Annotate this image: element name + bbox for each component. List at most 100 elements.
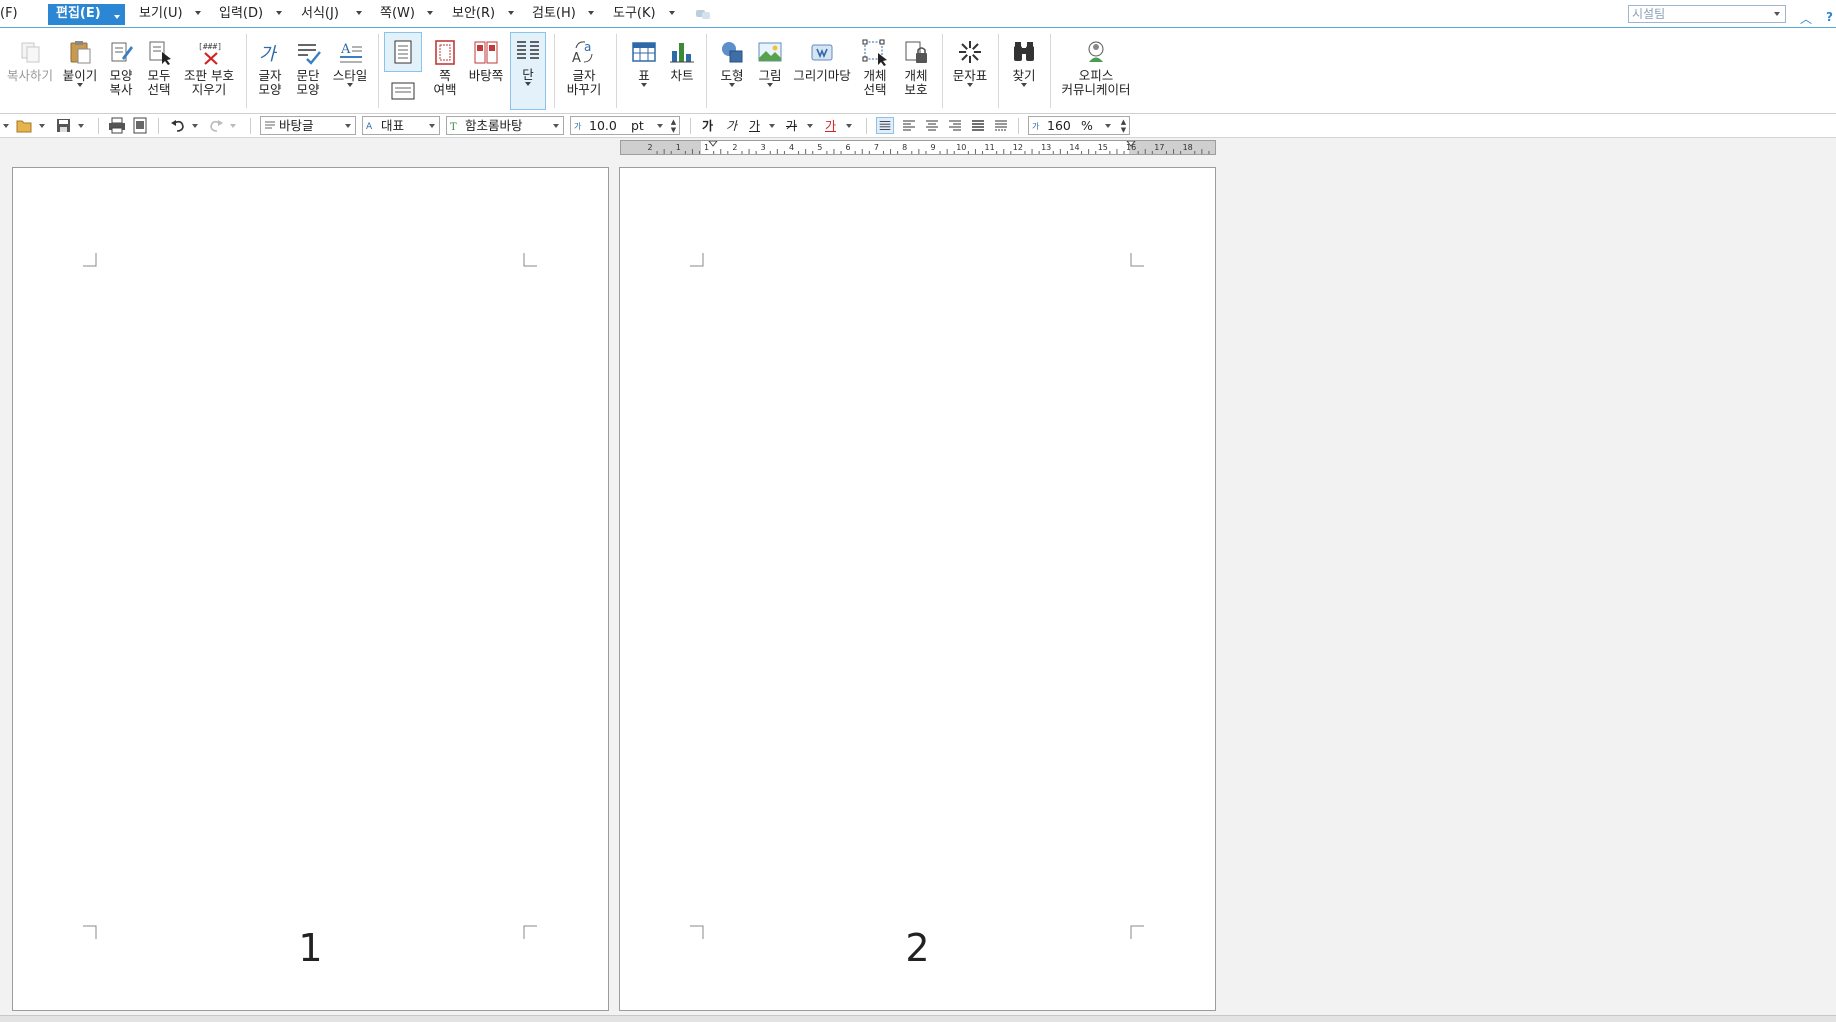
page-layout-landscape-button[interactable] [388,80,418,106]
char-map-arrow-icon[interactable] [967,83,973,87]
margin-label: 쪽 여백 [433,68,457,97]
save-arrow-icon[interactable] [78,124,84,128]
chevron-down-icon[interactable] [1774,12,1780,16]
table-arrow-icon[interactable] [641,83,647,87]
ruler-indent-marker[interactable] [708,141,718,147]
format-copy-button[interactable]: 모양 복사 [104,34,138,110]
collapse-ribbon-icon[interactable]: ︿ [1800,10,1812,27]
underline-button[interactable]: 가 [749,117,760,134]
paste-button[interactable]: 붙이기 [60,34,100,110]
strike-arrow-icon[interactable] [807,124,813,128]
char-shape-button[interactable]: 가 글자 모양 [253,34,287,110]
page-layout-portrait-button[interactable] [384,32,422,72]
italic-button[interactable]: 가 [726,117,737,134]
ruler-tick-label: 1 [704,143,709,152]
copy-button[interactable]: 복사하기 [4,34,56,110]
spacing-unit-arrow-icon[interactable] [1105,124,1111,128]
menu-format-arrow-icon[interactable] [356,11,362,15]
replace-button[interactable]: A a 글자 바꾸기 [562,34,606,110]
align-center-icon[interactable] [923,117,941,134]
chevron-down-icon[interactable] [553,124,559,128]
menu-page[interactable]: 쪽(W) [380,4,415,24]
menu-view[interactable]: 보기(U) [139,4,183,24]
menu-edit[interactable]: 편집(E) [48,4,125,25]
columns-button[interactable]: 단 [510,32,546,110]
margin-button[interactable]: 쪽 여백 [428,34,462,110]
new-doc-arrow-icon[interactable] [3,124,9,128]
line-spacing-unit: % [1081,118,1093,133]
menu-format[interactable]: 서식(J) [301,4,339,24]
menu-view-arrow-icon[interactable] [195,11,201,15]
paste-arrow-icon[interactable] [77,83,83,87]
open-folder-icon[interactable] [16,117,34,134]
office-communicator-button[interactable]: 오피스 커뮤니케이터 [1058,34,1134,110]
columns-arrow-icon[interactable] [525,82,531,86]
open-arrow-icon[interactable] [39,124,45,128]
find-arrow-icon[interactable] [1021,83,1027,87]
align-right-icon[interactable] [946,117,964,134]
style-select[interactable]: 바탕글 [260,116,356,135]
find-button[interactable]: 찾기 [1006,34,1042,110]
shape-arrow-icon[interactable] [729,83,735,87]
redo-icon[interactable] [208,117,224,134]
background-page-button[interactable]: 바탕쪽 [466,34,506,110]
font-size-spinner[interactable]: ▲ ▼ [669,118,678,134]
picture-button[interactable]: 그림 [752,34,788,110]
menu-review-arrow-icon[interactable] [588,11,594,15]
undo-arrow-icon[interactable] [192,124,198,128]
font-select[interactable]: T 함초롬바탕 [446,116,564,135]
menu-review[interactable]: 검토(H) [532,4,576,24]
line-spacing-field[interactable]: 가 160 % ▲ ▼ [1028,116,1130,135]
underline-arrow-icon[interactable] [769,124,775,128]
helper-icon[interactable] [695,7,711,21]
align-split-icon[interactable] [992,117,1010,134]
undo-icon[interactable] [170,117,186,134]
chevron-down-icon[interactable] [429,124,435,128]
print-preview-icon[interactable] [132,117,148,134]
chart-button[interactable]: 차트 [664,34,700,110]
draw-market-button[interactable]: 그리기마당 [790,34,854,110]
char-map-button[interactable]: 문자표 [950,34,990,110]
align-left-icon[interactable] [900,117,918,134]
margin-corner-mark [83,253,97,267]
style-button[interactable]: A 스타일 [329,34,371,110]
chevron-down-icon[interactable] [345,124,351,128]
object-protect-button[interactable]: 개체 보호 [896,34,936,110]
line-spacing-spinner[interactable]: ▲ ▼ [1119,118,1128,134]
menu-security-arrow-icon[interactable] [508,11,514,15]
font-color-button[interactable]: 가 [825,117,836,134]
menu-insert[interactable]: 입력(D) [219,4,263,24]
copy-label: 복사하기 [6,68,53,83]
menu-insert-arrow-icon[interactable] [276,11,282,15]
select-all-button[interactable]: 모두 선택 [142,34,176,110]
print-icon[interactable] [108,117,126,134]
object-select-button[interactable]: 개체 선택 [858,34,892,110]
language-select[interactable]: A 대표 [362,116,440,135]
menu-tools-arrow-icon[interactable] [669,11,675,15]
style-arrow-icon[interactable] [347,83,353,87]
font-color-arrow-icon[interactable] [846,124,852,128]
unit-arrow-icon[interactable] [657,124,663,128]
save-icon[interactable] [56,117,72,134]
menu-file[interactable]: (F) [0,4,18,24]
picture-arrow-icon[interactable] [767,83,773,87]
help-icon[interactable]: ? [1826,10,1833,24]
menu-edit-arrow-icon[interactable] [114,15,120,19]
menu-page-arrow-icon[interactable] [427,11,433,15]
menu-security[interactable]: 보안(R) [452,4,495,24]
align-both-icon[interactable] [876,117,894,134]
align-distribute-icon[interactable] [969,117,987,134]
menu-tools[interactable]: 도구(K) [613,4,656,24]
quick-search-input[interactable]: 시설팀 [1628,5,1786,23]
font-size-field[interactable]: 가 10.0 pt ▲ ▼ [570,116,680,135]
clear-marks-button[interactable]: [###] 조판 부호 지우기 [180,34,238,110]
shape-button[interactable]: 도형 [714,34,750,110]
document-page[interactable]: 1 [12,167,609,1011]
para-shape-button[interactable]: 문단 모양 [291,34,325,110]
table-button[interactable]: 표 [626,34,662,110]
strikethrough-button[interactable]: 가 [786,117,797,134]
redo-arrow-icon[interactable] [230,124,236,128]
bold-button[interactable]: 가 [702,117,713,134]
document-page[interactable]: 2 [619,167,1216,1011]
horizontal-ruler[interactable]: 2 1 1 2 3 4 5 6 7 8 9 10 11 12 13 14 15 16 17 18 [620,140,1216,155]
